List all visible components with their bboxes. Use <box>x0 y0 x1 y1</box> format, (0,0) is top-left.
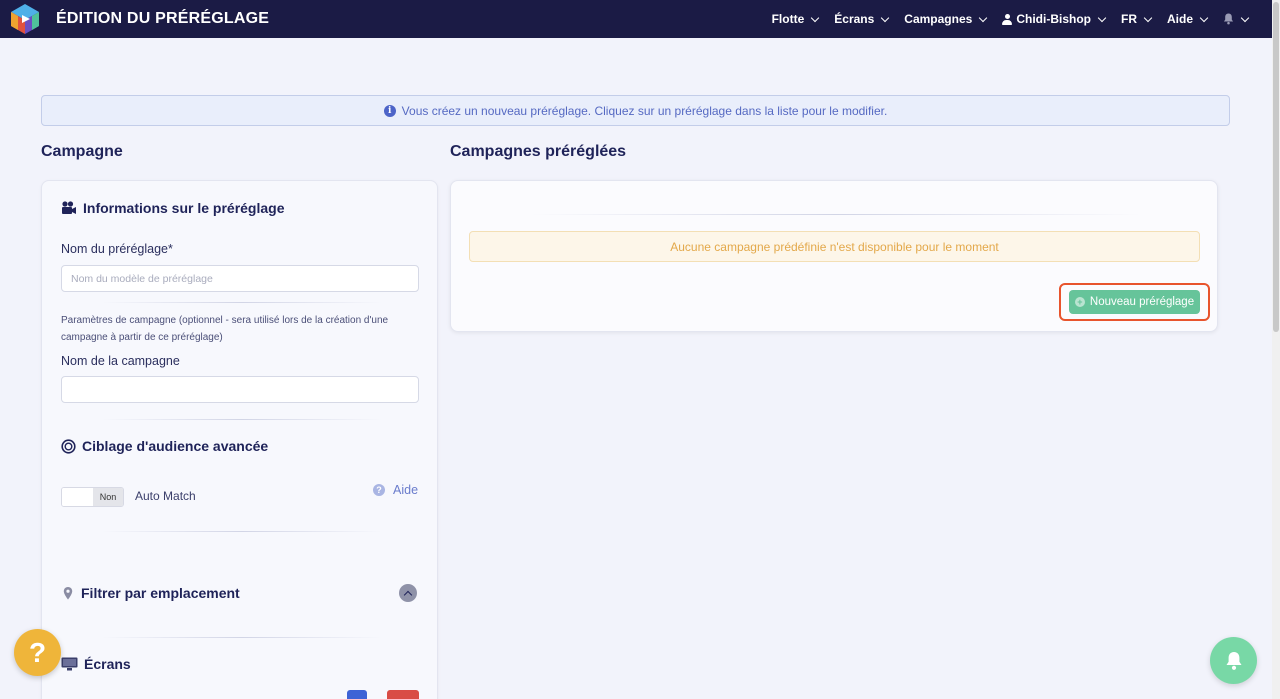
divider <box>531 214 1141 215</box>
campaign-params-help: Paramètres de campagne (optionnel - sera… <box>61 315 389 343</box>
nav-help-label: Aide <box>1166 12 1193 26</box>
audience-help-link[interactable]: ? Aide <box>373 483 418 497</box>
audience-heading: Ciblage d'audience avancée <box>61 438 268 454</box>
target-icon <box>61 438 76 454</box>
campaign-name-label: Nom de la campagne <box>61 354 180 368</box>
location-collapse-button[interactable] <box>399 584 417 602</box>
chevron-down-icon <box>979 13 988 22</box>
nav-fleet-label: Flotte <box>771 12 805 26</box>
auto-match-label: Auto Match <box>135 489 196 503</box>
auto-match-toggle[interactable]: Non <box>61 487 124 507</box>
question-icon: ? <box>28 636 47 668</box>
help-fab-button[interactable]: ? <box>14 629 61 676</box>
main-nav: Flotte Écrans Campagnes Chidi-Bishop FR … <box>772 0 1250 38</box>
toggle-state-label: Non <box>93 488 123 506</box>
user-icon <box>1002 13 1013 25</box>
divider <box>102 531 382 532</box>
screen-search-button[interactable] <box>347 690 367 699</box>
chevron-up-icon <box>403 590 413 599</box>
campaign-name-input[interactable] <box>61 376 419 403</box>
notification-fab-button[interactable] <box>1210 637 1257 684</box>
video-camera-icon <box>62 201 76 214</box>
nav-campaigns-label: Campagnes <box>904 12 973 26</box>
monitor-icon <box>61 657 78 671</box>
preset-form-card: Informations sur le préréglage Nom du pr… <box>41 180 438 699</box>
location-filter-heading: Filtrer par emplacement <box>61 585 240 601</box>
campaign-section-title: Campagne <box>41 143 123 160</box>
plus-icon: + <box>1074 297 1085 307</box>
empty-state-alert: Aucune campagne prédéfinie n'est disponi… <box>469 231 1200 262</box>
info-icon: i <box>383 104 396 117</box>
preset-name-input[interactable] <box>61 265 419 292</box>
nav-language-label: FR <box>1120 12 1137 26</box>
location-pin-icon <box>63 586 73 599</box>
nav-campaigns[interactable]: Campagnes <box>904 12 988 26</box>
page-scrollbar[interactable] <box>1272 0 1280 699</box>
chevron-down-icon <box>1097 13 1107 22</box>
divider <box>102 302 382 303</box>
app-logo-icon[interactable] <box>9 3 41 35</box>
preset-info-heading: Informations sur le préréglage <box>61 200 285 216</box>
info-banner-text: Vous créez un nouveau préréglage. Clique… <box>401 103 888 118</box>
top-navbar: ÉDITION DU PRÉRÉGLAGE Flotte Écrans Camp… <box>0 0 1272 38</box>
divider <box>102 637 382 638</box>
new-preset-button-label: Nouveau préréglage <box>1089 296 1195 308</box>
scrollbar-thumb[interactable] <box>1273 2 1279 332</box>
info-banner: i Vous créez un nouveau préréglage. Cliq… <box>41 95 1230 126</box>
toggle-knob <box>62 488 94 506</box>
divider <box>102 419 382 420</box>
chevron-down-icon <box>1199 13 1209 22</box>
nav-help[interactable]: Aide <box>1167 12 1209 26</box>
audience-heading-text: Ciblage d'audience avancée <box>82 438 269 454</box>
bell-icon <box>1226 651 1241 670</box>
empty-state-text: Aucune campagne prédéfinie n'est disponi… <box>670 239 999 254</box>
preset-campaigns-card: Aucune campagne prédéfinie n'est disponi… <box>450 180 1218 332</box>
nav-language[interactable]: FR <box>1121 12 1153 26</box>
nav-screens[interactable]: Écrans <box>834 12 890 26</box>
screens-heading-text: Écrans <box>84 656 131 672</box>
preset-info-heading-text: Informations sur le préréglage <box>83 200 285 216</box>
question-icon: ? <box>373 484 385 496</box>
nav-notifications[interactable] <box>1223 13 1250 25</box>
nav-user-label: Chidi-Bishop <box>1016 12 1091 26</box>
chevron-down-icon <box>811 13 820 22</box>
new-preset-button[interactable]: + Nouveau préréglage <box>1069 290 1200 314</box>
chevron-down-icon <box>1143 13 1153 22</box>
nav-screens-label: Écrans <box>834 12 875 26</box>
screens-heading: Écrans <box>61 656 131 672</box>
chevron-down-icon <box>1240 13 1250 22</box>
preset-campaigns-section-title: Campagnes préréglées <box>450 143 627 160</box>
nav-fleet[interactable]: Flotte <box>772 12 821 26</box>
location-filter-heading-text: Filtrer par emplacement <box>81 585 240 601</box>
chevron-down-icon <box>881 13 890 22</box>
screen-reset-button[interactable] <box>387 690 419 699</box>
bell-icon <box>1223 13 1234 25</box>
audience-help-label: Aide <box>393 483 419 497</box>
page-title: ÉDITION DU PRÉRÉGLAGE <box>56 10 270 27</box>
preset-name-label: Nom du préréglage* <box>61 242 173 256</box>
nav-user-menu[interactable]: Chidi-Bishop <box>1002 12 1107 26</box>
